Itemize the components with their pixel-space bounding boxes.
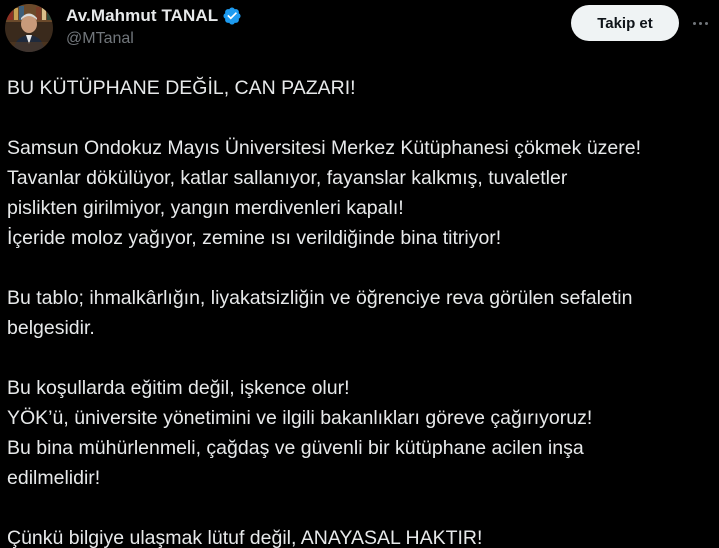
tweet-line: Bu bina mühürlenmeli, çağdaş ve güvenli … (7, 437, 584, 459)
tweet-line: Bu tablo; ihmalkârlığın, liyakatsizliğin… (7, 287, 633, 309)
tweet-line: edilmelidir! (7, 467, 101, 489)
author-handle[interactable]: @MTanal (66, 30, 134, 48)
tweet-line: İçeride moloz yağıyor, zemine ısı verild… (7, 227, 502, 249)
tweet-line: Tavanlar dökülüyor, katlar sallanıyor, f… (7, 167, 568, 189)
follow-button[interactable]: Takip et (571, 5, 679, 41)
more-dot (698, 21, 702, 25)
more-dot (692, 21, 696, 25)
more-options-icon[interactable] (688, 12, 712, 34)
tweet-line: Samsun Ondokuz Mayıs Üniversitesi Merkez… (7, 137, 642, 159)
tweet-text: BU KÜTÜPHANE DEĞİL, CAN PAZARI! Samsun O… (7, 73, 719, 548)
tweet-line: Bu koşullarda eğitim değil, işkence olur… (7, 377, 350, 399)
avatar[interactable] (5, 4, 53, 52)
profile-photo-image (5, 4, 53, 52)
tweet-line: BU KÜTÜPHANE DEĞİL, CAN PAZARI! (7, 77, 356, 99)
author-display-name[interactable]: Av.Mahmut TANAL (66, 6, 218, 26)
verified-badge-icon (222, 6, 242, 26)
more-dot (704, 21, 708, 25)
tweet-line: Çünkü bilgiye ulaşmak lütuf değil, ANAYA… (7, 527, 483, 548)
tweet-card: Av.Mahmut TANAL @MTanal Takip et BU KÜTÜ… (0, 0, 719, 548)
author-name-row[interactable]: Av.Mahmut TANAL (66, 5, 242, 27)
tweet-line: pislikten girilmiyor, yangın merdivenler… (7, 197, 404, 219)
tweet-line: YÖK’ü, üniversite yönetimini ve ilgili b… (7, 407, 593, 429)
tweet-line: belgesidir. (7, 317, 95, 339)
